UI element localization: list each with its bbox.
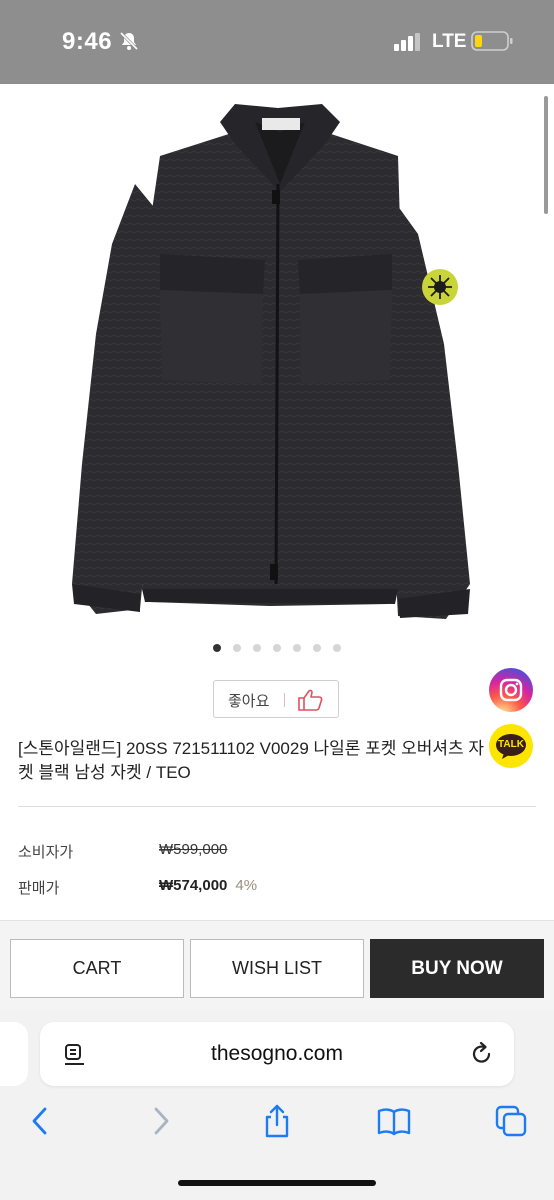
divider: [18, 806, 536, 807]
carousel-dot[interactable]: [273, 644, 281, 652]
battery-icon: [471, 31, 513, 51]
status-bar: 9:46 LTE: [0, 0, 554, 84]
sale-price-label: 판매가: [18, 880, 60, 897]
instagram-button[interactable]: [489, 668, 533, 712]
carousel-dot[interactable]: [293, 644, 301, 652]
scroll-indicator: [544, 96, 548, 214]
home-indicator: [178, 1180, 376, 1186]
product-title: [스톤아일랜드] 20SS 721511102 V0029 나일론 포켓 오버셔…: [18, 739, 485, 782]
bookmarks-icon[interactable]: [377, 1104, 411, 1138]
reload-icon[interactable]: [469, 1041, 495, 1067]
like-label: 좋아요: [228, 693, 270, 710]
discount-rate: 4%: [235, 877, 258, 894]
thumbs-up-icon: [298, 689, 323, 711]
browser-chrome: thesogno.com: [0, 1010, 554, 1200]
status-time: 9:46: [62, 28, 113, 55]
back-icon[interactable]: [24, 1104, 58, 1138]
carousel-dot[interactable]: [213, 644, 221, 652]
buy-now-button[interactable]: BUY NOW: [370, 939, 544, 998]
wish-list-button[interactable]: WISH LIST: [190, 939, 364, 998]
cart-button[interactable]: CART: [10, 939, 184, 998]
carousel-dot[interactable]: [233, 644, 241, 652]
address-bar[interactable]: thesogno.com: [40, 1022, 514, 1086]
signal-icon: [394, 33, 420, 51]
bell-slash-icon: [119, 31, 139, 51]
share-icon[interactable]: [260, 1104, 294, 1138]
like-button[interactable]: 좋아요: [213, 680, 339, 718]
carousel-dots[interactable]: [0, 644, 554, 654]
consumer-price-row: 소비자가 ₩599,000: [18, 841, 318, 861]
consumer-price-label: 소비자가: [18, 844, 74, 861]
purchase-bar: CART WISH LIST BUY NOW: [0, 920, 554, 1010]
forward-icon[interactable]: [143, 1104, 177, 1138]
tabs-icon[interactable]: [494, 1104, 528, 1138]
kakao-talk-button[interactable]: TALK: [489, 724, 533, 768]
product-image[interactable]: [0, 84, 554, 629]
url-text: thesogno.com: [211, 1042, 343, 1065]
consumer-price: ₩599,000: [159, 841, 228, 858]
like-divider: [284, 693, 285, 707]
jacket-image: [72, 104, 470, 619]
instagram-icon: [499, 678, 523, 702]
sale-price-group: ₩574,000 4%: [159, 877, 257, 894]
carousel-dot[interactable]: [253, 644, 261, 652]
carousel-dot[interactable]: [313, 644, 321, 652]
previous-tab-preview[interactable]: [0, 1022, 28, 1086]
sale-price: ₩574,000: [159, 877, 228, 894]
talk-label: TALK: [498, 739, 524, 750]
sale-price-row: 판매가 ₩574,000 4%: [18, 877, 318, 897]
carousel-dot[interactable]: [333, 644, 341, 652]
network-type: LTE: [432, 31, 467, 52]
